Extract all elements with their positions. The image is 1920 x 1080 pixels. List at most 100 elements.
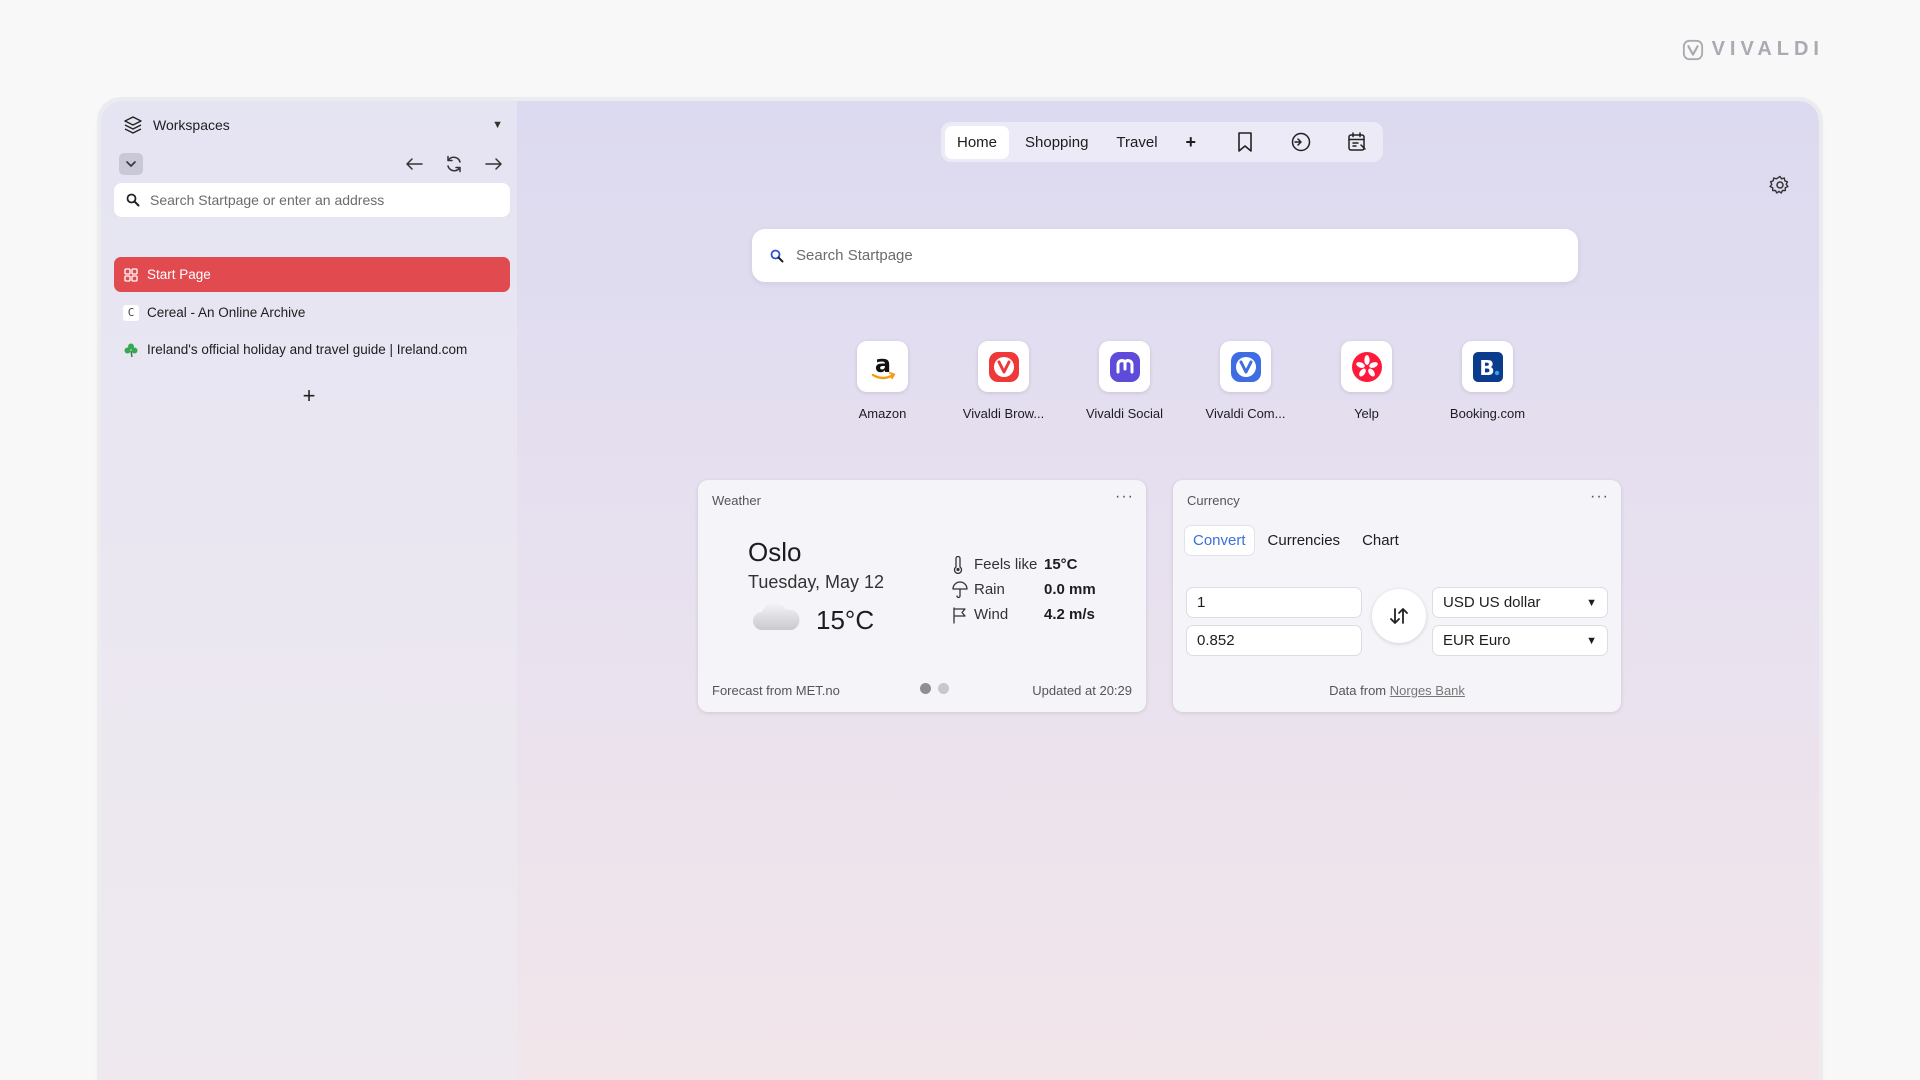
currency-to-select[interactable]: EUR Euro ▼: [1432, 625, 1608, 656]
norges-bank-link[interactable]: Norges Bank: [1390, 683, 1465, 698]
tab-cereal[interactable]: C Cereal - An Online Archive: [114, 295, 510, 330]
grid-icon: [123, 267, 139, 283]
chevron-down-icon: ▼: [492, 119, 503, 131]
wind-row: Wind 4.2 m/s: [952, 602, 1096, 627]
search-icon: [770, 249, 784, 262]
page-dot[interactable]: [938, 683, 949, 694]
more-options-button[interactable]: ···: [1590, 488, 1609, 506]
tab-list-button[interactable]: [119, 153, 143, 175]
updated-time: Updated at 20:29: [1032, 683, 1132, 698]
address-bar[interactable]: Search Startpage or enter an address: [114, 183, 510, 217]
tab-home[interactable]: Home: [945, 125, 1010, 159]
amount-from-input[interactable]: 1: [1186, 587, 1362, 618]
currency-footer: Data from Norges Bank: [1173, 683, 1621, 698]
tab-ireland[interactable]: Ireland's official holiday and travel gu…: [114, 332, 510, 367]
calendar-button[interactable]: [1344, 129, 1370, 155]
tab-currencies[interactable]: Currencies: [1260, 526, 1349, 555]
speed-dial-label: Vivaldi Social: [1085, 406, 1164, 421]
vivaldi-logo-icon: [1682, 39, 1703, 60]
sidebar: Workspaces ▼ Search Startpage or enter a…: [101, 101, 517, 1080]
wind-value: 4.2 m/s: [1044, 606, 1095, 623]
swap-icon: [1390, 608, 1408, 624]
workspaces-selector[interactable]: Workspaces ▼: [123, 113, 503, 137]
caret-down-icon: ▼: [1586, 634, 1597, 647]
tab-chart[interactable]: Chart: [1354, 526, 1407, 555]
speed-dial-amazon[interactable]: a Amazon: [822, 341, 943, 421]
vivaldi-icon: [978, 341, 1029, 392]
currency-from-select[interactable]: USD US dollar ▼: [1432, 587, 1608, 618]
settings-button[interactable]: [1769, 174, 1791, 196]
shamrock-icon: [123, 342, 139, 358]
add-group-button[interactable]: +: [1174, 132, 1209, 153]
currency-from-value: USD US dollar: [1443, 594, 1541, 611]
rain-value: 0.0 mm: [1044, 581, 1096, 598]
umbrella-icon: [952, 580, 974, 599]
thermometer-icon: [952, 555, 974, 574]
weather-widget: Weather ··· Oslo Tuesday, May 12 15°C Fe…: [698, 480, 1146, 712]
caret-down-icon: ▼: [1586, 596, 1597, 609]
arrow-left-icon: [406, 158, 423, 170]
mastodon-icon: [1099, 341, 1150, 392]
reload-icon: [447, 155, 461, 173]
speed-dial-vivaldi-browser[interactable]: Vivaldi Brow...: [943, 341, 1064, 421]
tab-title: Ireland's official holiday and travel gu…: [147, 342, 468, 357]
reload-button[interactable]: [443, 153, 465, 175]
tab-shopping[interactable]: Shopping: [1013, 126, 1100, 159]
swap-currencies-button[interactable]: [1372, 589, 1426, 643]
speed-dial-vivaldi-community[interactable]: Vivaldi Com...: [1185, 341, 1306, 421]
widget-title: Currency: [1187, 493, 1240, 508]
more-options-button[interactable]: ···: [1115, 488, 1134, 506]
pagination-dots: [920, 683, 949, 694]
rain-row: Rain 0.0 mm: [952, 577, 1096, 602]
history-icon: [1291, 132, 1311, 152]
amazon-icon: a: [857, 341, 908, 392]
navigation-row: [119, 151, 505, 177]
weather-temperature: 15°C: [816, 605, 875, 635]
tab-title: Start Page: [147, 267, 211, 282]
tab-start-page[interactable]: Start Page: [114, 257, 510, 292]
bookmark-icon: [1238, 132, 1252, 152]
speed-dial-booking[interactable]: B Booking.com: [1427, 341, 1548, 421]
cloud-icon: [753, 602, 800, 630]
svg-text:B: B: [1479, 356, 1494, 380]
amount-to-input[interactable]: 0.852: [1186, 625, 1362, 656]
speed-dial-label: Vivaldi Com...: [1205, 406, 1286, 421]
data-source-prefix: Data from: [1329, 683, 1387, 698]
speed-dial-vivaldi-social[interactable]: Vivaldi Social: [1064, 341, 1185, 421]
speed-dial-label: Vivaldi Brow...: [962, 406, 1045, 421]
weather-city: Oslo: [748, 537, 802, 567]
yelp-icon: [1341, 341, 1392, 392]
workspaces-label: Workspaces: [153, 117, 230, 133]
bookmarks-button[interactable]: [1232, 129, 1258, 155]
wind-label: Wind: [974, 606, 1009, 623]
wind-flag-icon: [952, 606, 974, 624]
currency-widget: Currency ··· Convert Currencies Chart 1 …: [1173, 480, 1621, 712]
calendar-icon: [1348, 132, 1366, 151]
gear-icon: [1769, 175, 1789, 194]
startpage-search-input[interactable]: Search Startpage: [752, 229, 1578, 282]
speed-dial-yelp[interactable]: Yelp: [1306, 341, 1427, 421]
tab-convert[interactable]: Convert: [1185, 526, 1254, 555]
tab-travel[interactable]: Travel: [1104, 126, 1169, 159]
back-button[interactable]: [403, 153, 425, 175]
speed-dial-label: Booking.com: [1449, 406, 1526, 421]
feels-like-value: 15°C: [1044, 556, 1078, 573]
page-dot-active[interactable]: [920, 683, 931, 694]
layers-icon: [124, 116, 142, 134]
arrow-right-icon: [485, 158, 502, 170]
forward-button[interactable]: [483, 153, 505, 175]
c-favicon-icon: C: [123, 304, 139, 321]
browser-window: Workspaces ▼ Search Startpage or enter a…: [101, 101, 1819, 1080]
rain-label: Rain: [974, 581, 1005, 598]
widget-title: Weather: [712, 493, 761, 508]
startpage-toolbar: Home Shopping Travel +: [941, 122, 1383, 162]
brand-name: VIVALDI: [1711, 38, 1824, 60]
weather-details: Feels like 15°C Rain 0.0 mm Wind 4.2 m/s: [952, 552, 1096, 627]
vivaldi-brand: VIVALDI: [1682, 38, 1824, 61]
speed-dials: a Amazon Vivaldi Brow... Vivaldi Social …: [822, 341, 1548, 421]
new-tab-button[interactable]: +: [297, 384, 321, 408]
chevron-down-icon: [126, 161, 136, 168]
address-placeholder: Search Startpage or enter an address: [150, 192, 385, 208]
history-button[interactable]: [1288, 129, 1314, 155]
feels-like-row: Feels like 15°C: [952, 552, 1096, 577]
